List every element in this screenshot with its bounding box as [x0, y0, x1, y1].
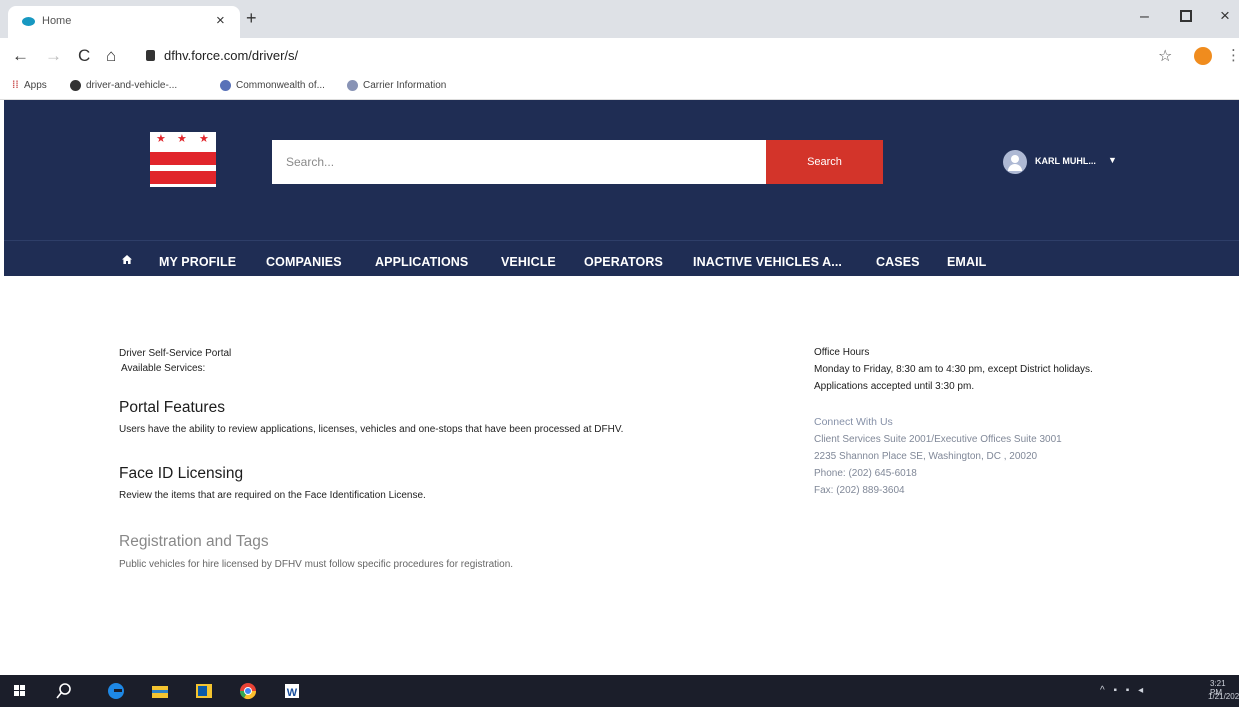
outlook-icon[interactable] — [194, 681, 214, 701]
tab-title: Home — [42, 15, 72, 27]
carrier-icon — [347, 80, 358, 91]
commonwealth-icon — [220, 80, 231, 91]
tab-close-button[interactable]: × — [216, 12, 225, 29]
reload-icon[interactable]: C — [78, 46, 90, 66]
globe-icon — [70, 80, 81, 91]
windows-start-icon[interactable] — [10, 681, 30, 701]
star-icon[interactable]: ☆ — [1158, 46, 1172, 66]
section-description-registration: Public vehicles for hire licensed by DFH… — [119, 559, 514, 570]
back-icon[interactable]: ← — [12, 46, 29, 66]
main-navigation: MY PROFILE COMPANIES APPLICATIONS VEHICL… — [4, 240, 1239, 276]
connect-line: Client Services Suite 2001/Executive Off… — [814, 434, 1062, 445]
maximize-icon[interactable] — [1180, 10, 1192, 22]
nav-vehicle[interactable]: VEHICLE — [501, 255, 556, 269]
flag-stripe — [150, 171, 216, 184]
connect-line: 2235 Shannon Place SE, Washington, DC , … — [814, 451, 1038, 462]
salesforce-favicon-icon — [22, 17, 35, 26]
extension-icon[interactable] — [1194, 47, 1212, 65]
site-header: ★ ★ ★ Search KARL MUHL... ▼ — [4, 100, 1239, 240]
browser-menu-icon[interactable]: ⋮ — [1226, 46, 1239, 64]
apps-grid-icon: ⁞⁞ — [12, 80, 19, 91]
address-bar: ← → C ⌂ dfhv.force.com/driver/s/ ☆ ⋮ — [0, 38, 1239, 74]
new-tab-button[interactable]: + — [246, 8, 257, 29]
user-avatar-icon[interactable] — [1003, 150, 1027, 174]
section-heading-registration: Registration and Tags — [119, 533, 269, 550]
flag-star-icon: ★ — [199, 133, 209, 145]
system-tray-icons[interactable]: ^ ▪ ▪ ◂ — [1100, 685, 1146, 696]
dc-flag-logo[interactable]: ★ ★ ★ — [150, 132, 216, 187]
windows-taskbar: W ^ ▪ ▪ ◂ 3:21 PM 1/21/202 — [0, 675, 1239, 707]
connect-fax: Fax: (202) 889-3604 — [814, 485, 905, 496]
caret-down-icon[interactable]: ▼ — [1108, 155, 1117, 165]
bookmarks-bar: ⁞⁞ Apps driver-and-vehicle-... Commonwea… — [0, 74, 1239, 100]
lock-icon — [146, 50, 155, 61]
section-heading-portal-features: Portal Features — [119, 399, 225, 416]
portal-title: Driver Self-Service Portal — [119, 348, 232, 359]
avatar-body — [1008, 164, 1022, 171]
bookmark-carrier-information[interactable]: Carrier Information — [363, 80, 446, 91]
browser-tab[interactable]: Home × — [8, 6, 240, 38]
office-hours-line: Monday to Friday, 8:30 am to 4:30 pm, ex… — [814, 364, 1093, 375]
browser-home-icon[interactable]: ⌂ — [106, 46, 116, 66]
flag-stripe — [150, 152, 216, 165]
nav-inactive-vehicles[interactable]: INACTIVE VEHICLES A... — [693, 255, 842, 269]
nav-applications[interactable]: APPLICATIONS — [375, 255, 468, 269]
chrome-icon[interactable] — [238, 681, 258, 701]
home-icon[interactable] — [122, 255, 132, 264]
avatar-head — [1011, 155, 1019, 163]
available-services-label: Available Services: — [121, 363, 206, 374]
flag-star-icon: ★ — [156, 133, 166, 145]
nav-my-profile[interactable]: MY PROFILE — [159, 255, 236, 269]
bookmark-apps[interactable]: Apps — [24, 80, 47, 91]
browser-tab-strip: Home × + – × — [0, 0, 1239, 38]
section-heading-face-id: Face ID Licensing — [119, 465, 244, 482]
section-description-portal-features: Users have the ability to review applica… — [119, 424, 624, 435]
office-hours-line: Applications accepted until 3:30 pm. — [814, 381, 975, 392]
url-field[interactable]: dfhv.force.com/driver/s/ — [164, 48, 298, 63]
connect-phone: Phone: (202) 645-6018 — [814, 468, 917, 479]
taskbar-clock-date[interactable]: 1/21/202 — [1208, 692, 1239, 701]
nav-cases[interactable]: CASES — [876, 255, 920, 269]
bookmark-commonwealth[interactable]: Commonwealth of... — [236, 80, 325, 91]
office-hours-title: Office Hours — [814, 347, 870, 358]
search-button[interactable]: Search — [766, 140, 883, 184]
search-input[interactable] — [272, 140, 767, 184]
forward-icon[interactable]: → — [45, 46, 62, 66]
section-description-face-id: Review the items that are required on th… — [119, 490, 426, 501]
close-icon[interactable]: × — [1220, 6, 1230, 26]
search-icon[interactable] — [54, 681, 74, 701]
nav-companies[interactable]: COMPANIES — [266, 255, 342, 269]
user-menu-name[interactable]: KARL MUHL... — [1035, 156, 1096, 166]
flag-star-icon: ★ — [177, 133, 187, 145]
connect-title: Connect With Us — [814, 416, 893, 428]
bookmark-driver-and-vehicle[interactable]: driver-and-vehicle-... — [86, 80, 177, 91]
edge-icon[interactable] — [106, 681, 126, 701]
svg-text:W: W — [287, 687, 298, 699]
nav-email[interactable]: EMAIL — [947, 255, 986, 269]
word-icon[interactable]: W — [282, 681, 302, 701]
minimize-icon[interactable]: – — [1140, 8, 1149, 26]
nav-operators[interactable]: OPERATORS — [584, 255, 663, 269]
file-explorer-icon[interactable] — [150, 681, 170, 701]
